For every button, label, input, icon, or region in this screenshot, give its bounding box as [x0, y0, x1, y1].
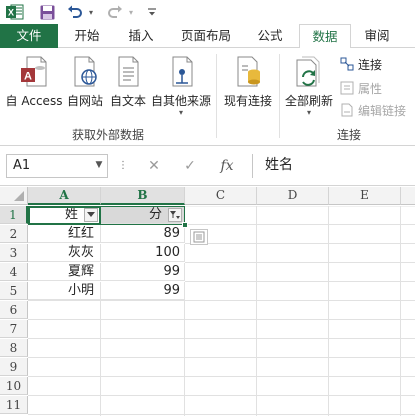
existing-connections-icon — [233, 56, 263, 88]
edit-links-icon — [340, 103, 354, 117]
from-web-button[interactable]: 自网站 — [65, 54, 105, 110]
properties-icon — [340, 81, 354, 95]
refresh-all-icon — [294, 56, 324, 88]
column-header-d[interactable]: D — [257, 187, 329, 205]
quick-analysis-icon[interactable] — [190, 229, 208, 245]
redo-icon — [106, 3, 124, 21]
connections-icon — [340, 57, 354, 71]
column-header-e[interactable]: E — [329, 187, 401, 205]
redo-dropdown-icon: ▾ — [128, 7, 133, 17]
other-sources-icon — [166, 56, 196, 88]
connections-label: 连接 — [358, 57, 383, 72]
formula-bar-grip-icon: ⋮ — [118, 160, 128, 171]
tab-review[interactable]: 审阅 — [354, 24, 400, 48]
connections-button[interactable]: 连接 — [340, 54, 382, 74]
row-header-8[interactable]: 8 — [0, 339, 28, 357]
tab-data[interactable]: 数据 — [299, 24, 351, 49]
row-header-9[interactable]: 9 — [0, 358, 28, 376]
formula-input[interactable]: 姓名 — [252, 154, 415, 178]
edit-links-button: 编辑链接 — [340, 100, 406, 120]
chevron-down-icon: ▾ — [306, 108, 311, 117]
from-access-button[interactable]: A 自 Access — [3, 54, 65, 110]
from-text-button[interactable]: 自文本 — [107, 54, 149, 110]
cancel-icon[interactable]: ✕ — [144, 156, 164, 176]
tab-file[interactable]: 文件 — [0, 24, 58, 48]
row-header-4[interactable]: 4 — [0, 263, 28, 281]
ribbon-tabs: 文件 开始 插入 页面布局 公式 数据 审阅 — [0, 24, 415, 49]
tab-home[interactable]: 开始 — [62, 24, 112, 48]
column-header-b[interactable]: B — [101, 187, 185, 205]
refresh-all-button[interactable]: 全部刷新 ▾ — [283, 54, 335, 117]
text-file-icon — [113, 56, 143, 88]
group-label-connections: 连接 — [336, 128, 361, 142]
fill-handle[interactable] — [182, 222, 188, 228]
grid-lines — [28, 206, 415, 416]
from-access-label: 自 Access — [5, 94, 63, 108]
chevron-down-icon: ▾ — [178, 108, 183, 117]
properties-button: 属性 — [340, 78, 382, 98]
row-header-7[interactable]: 7 — [0, 320, 28, 338]
properties-label: 属性 — [358, 81, 383, 96]
edit-links-label: 编辑链接 — [358, 103, 407, 118]
enter-icon[interactable]: ✓ — [180, 156, 200, 176]
excel-window: X ▾ ▾ 文件 开始 插入 页面布局 公式 数据 审阅 A 自 Access … — [0, 0, 415, 416]
row-header-1[interactable]: 1 — [0, 206, 28, 224]
tab-page-layout[interactable]: 页面布局 — [172, 24, 240, 48]
from-web-label: 自网站 — [66, 94, 103, 108]
undo-dropdown-icon[interactable]: ▾ — [86, 3, 96, 21]
row-header-6[interactable]: 6 — [0, 301, 28, 319]
from-other-sources-button[interactable]: 自其他来源 ▾ — [149, 54, 213, 117]
select-all-button[interactable] — [0, 187, 28, 205]
column-header-partial[interactable] — [401, 187, 415, 205]
column-header-a[interactable]: A — [28, 187, 101, 205]
group-label-get-external: 获取外部数据 — [71, 128, 144, 142]
ribbon-divider — [216, 54, 217, 138]
insert-function-icon[interactable]: fx — [216, 156, 238, 176]
name-box-dropdown-icon[interactable]: ▼ — [92, 154, 106, 176]
svg-text:A: A — [24, 71, 32, 83]
ribbon-data: A 自 Access 自网站 自文本 自其他来源 ▾ 获取外部数据 现有连接 全… — [0, 48, 415, 146]
row-header-11[interactable]: 11 — [0, 396, 28, 414]
existing-connections-label: 现有连接 — [223, 94, 272, 108]
customize-qat-icon[interactable] — [146, 3, 158, 21]
excel-logo-icon: X — [6, 3, 24, 21]
tab-insert[interactable]: 插入 — [116, 24, 166, 48]
from-text-label: 自文本 — [109, 94, 146, 108]
row-header-2[interactable]: 2 — [0, 225, 28, 243]
refresh-all-label: 全部刷新 — [284, 94, 333, 108]
row-header-10[interactable]: 10 — [0, 377, 28, 395]
row-header-5[interactable]: 5 — [0, 282, 28, 300]
web-icon — [70, 56, 100, 88]
worksheet-grid[interactable]: A B C D E 1 2 3 4 5 6 7 8 9 10 11 姓 分 红红… — [0, 187, 415, 416]
row-header-3[interactable]: 3 — [0, 244, 28, 262]
quick-access-toolbar: X ▾ ▾ — [0, 0, 415, 24]
save-icon[interactable] — [38, 3, 56, 21]
tab-formulas[interactable]: 公式 — [246, 24, 294, 48]
from-other-sources-label: 自其他来源 — [150, 94, 211, 108]
column-header-c[interactable]: C — [185, 187, 257, 205]
formula-bar: A1 ▼ ⋮ ✕ ✓ fx 姓名 — [0, 146, 415, 186]
svg-text:X: X — [8, 8, 14, 18]
undo-icon[interactable] — [66, 3, 84, 21]
ribbon-divider — [279, 54, 280, 138]
existing-connections-button[interactable]: 现有连接 — [221, 54, 275, 110]
access-db-icon: A — [19, 56, 49, 88]
